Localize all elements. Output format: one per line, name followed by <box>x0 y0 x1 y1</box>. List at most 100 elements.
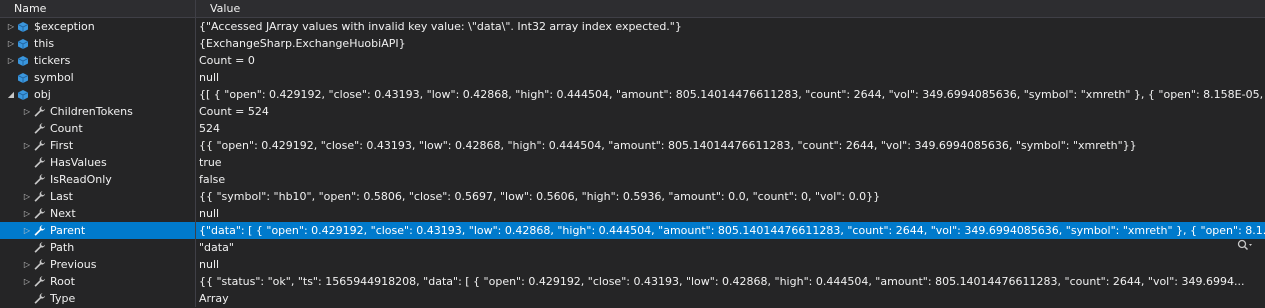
property-wrench-icon <box>32 258 46 271</box>
expand-arrow-icon[interactable]: ▷ <box>22 103 32 120</box>
name-cell: Count <box>0 120 196 137</box>
variable-name: Root <box>50 275 75 288</box>
name-cell: ▷ ChildrenTokens <box>0 103 196 120</box>
variable-value[interactable]: {ExchangeSharp.ExchangeHuobiAPI} <box>196 35 1265 52</box>
variable-name: Type <box>50 292 76 305</box>
expand-arrow-icon[interactable]: ▷ <box>22 137 32 154</box>
variable-cube-icon <box>16 37 30 50</box>
property-wrench-icon <box>32 139 46 152</box>
variable-cube-icon <box>16 88 30 101</box>
watch-window: Name Value ▷ $exception {"Accessed JArray … <box>0 0 1265 308</box>
name-cell: Type <box>0 290 196 307</box>
name-cell: ▷ tickers <box>0 52 196 69</box>
variable-row-type[interactable]: Type Array <box>0 290 1265 307</box>
name-cell: Path <box>0 239 196 256</box>
variable-row-last[interactable]: ▷ Last {{ "symbol": "hb10", "open": 0.5806… <box>0 188 1265 205</box>
variable-name: Previous <box>50 258 97 271</box>
variable-name: IsReadOnly <box>50 173 112 186</box>
variable-row-exception[interactable]: ▷ $exception {"Accessed JArray values with… <box>0 18 1265 35</box>
variable-cube-icon <box>16 20 30 33</box>
variable-value[interactable]: {"Accessed JArray values with invalid ke… <box>196 18 1265 35</box>
variable-value[interactable]: null <box>196 205 1265 222</box>
variable-name: Parent <box>50 224 86 237</box>
variable-row-isreadonly[interactable]: IsReadOnly false <box>0 171 1265 188</box>
variable-cube-icon <box>16 71 30 84</box>
name-cell: symbol <box>0 69 196 86</box>
variable-name: HasValues <box>50 156 107 169</box>
variable-row-next[interactable]: ▷ Next null <box>0 205 1265 222</box>
variable-value[interactable]: "data" <box>196 239 1265 256</box>
expand-arrow-icon[interactable]: ▷ <box>22 273 32 290</box>
variable-value[interactable]: Count = 524 <box>196 103 1265 120</box>
expand-arrow-icon[interactable]: ▷ <box>6 52 16 69</box>
variable-value[interactable]: false <box>196 171 1265 188</box>
name-cell: HasValues <box>0 154 196 171</box>
property-wrench-icon <box>32 275 46 288</box>
variable-name: Last <box>50 190 73 203</box>
name-cell: ▷ First <box>0 137 196 154</box>
expand-arrow-icon[interactable]: ▷ <box>22 205 32 222</box>
expand-arrow-icon[interactable]: ▷ <box>6 18 16 35</box>
property-wrench-icon <box>32 241 46 254</box>
name-cell: ▷ Next <box>0 205 196 222</box>
variable-row-this[interactable]: ▷ this {ExchangeSharp.ExchangeHuobiAPI} <box>0 35 1265 52</box>
property-wrench-icon <box>32 292 46 305</box>
variable-value[interactable]: true <box>196 154 1265 171</box>
property-wrench-icon <box>32 105 46 118</box>
variable-name: ChildrenTokens <box>50 105 133 118</box>
variable-cube-icon <box>16 54 30 67</box>
variable-row-hasvalues[interactable]: HasValues true <box>0 154 1265 171</box>
name-cell: ◢ obj <box>0 86 196 103</box>
variable-value[interactable]: 524 <box>196 120 1265 137</box>
variable-row-path[interactable]: Path "data" <box>0 239 1265 256</box>
variable-rows: ▷ $exception {"Accessed JArray values with… <box>0 18 1265 307</box>
variable-name: Next <box>50 207 76 220</box>
variable-name: obj <box>34 88 51 101</box>
expand-arrow-icon[interactable]: ▷ <box>22 188 32 205</box>
variable-value[interactable]: {[ { "open": 0.429192, "close": 0.43193,… <box>196 86 1265 103</box>
property-wrench-icon <box>32 122 46 135</box>
name-column-header[interactable]: Name <box>0 0 196 17</box>
variable-name: Path <box>50 241 75 254</box>
variable-row-obj[interactable]: ◢ obj {[ { "open": 0.429192, "close": 0.43… <box>0 86 1265 103</box>
variable-value[interactable]: null <box>196 69 1265 86</box>
variable-row-first[interactable]: ▷ First {{ "open": 0.429192, "close": 0.43… <box>0 137 1265 154</box>
variable-row-childrentokens[interactable]: ▷ ChildrenTokens Count = 524 <box>0 103 1265 120</box>
expand-arrow-icon[interactable]: ▷ <box>6 35 16 52</box>
variable-row-parent[interactable]: ▷ Parent {"data": [ { "open": 0.429192, "c… <box>0 222 1265 239</box>
property-wrench-icon <box>32 156 46 169</box>
variable-value[interactable]: {"data": [ { "open": 0.429192, "close": … <box>196 222 1265 239</box>
variable-name: this <box>34 37 55 50</box>
value-column-header[interactable]: Value <box>196 0 240 17</box>
variable-value[interactable]: null <box>196 256 1265 273</box>
collapse-arrow-icon[interactable]: ◢ <box>6 86 16 103</box>
property-wrench-icon <box>32 190 46 203</box>
variable-row-tickers[interactable]: ▷ tickers Count = 0 <box>0 52 1265 69</box>
name-cell: ▷ Parent <box>0 222 196 239</box>
column-header: Name Value <box>0 0 1265 18</box>
variable-value[interactable]: Array <box>196 290 1265 307</box>
variable-name: First <box>50 139 74 152</box>
name-cell: ▷ this <box>0 35 196 52</box>
variable-value[interactable]: Count = 0 <box>196 52 1265 69</box>
property-wrench-icon <box>32 173 46 186</box>
name-cell: ▷ $exception <box>0 18 196 35</box>
name-cell: ▷ Root <box>0 273 196 290</box>
variable-row-root[interactable]: ▷ Root {{ "status": "ok", "ts": 1565944918… <box>0 273 1265 290</box>
variable-row-symbol[interactable]: symbol null <box>0 69 1265 86</box>
property-wrench-icon <box>32 207 46 220</box>
variable-name: tickers <box>34 54 71 67</box>
expand-arrow-icon[interactable]: ▷ <box>22 222 32 239</box>
expand-arrow-icon[interactable]: ▷ <box>22 256 32 273</box>
variable-name: $exception <box>34 20 95 33</box>
search-magnifier-icon[interactable] <box>1235 237 1255 253</box>
variable-value[interactable]: {{ "open": 0.429192, "close": 0.43193, "… <box>196 137 1265 154</box>
name-cell: IsReadOnly <box>0 171 196 188</box>
variable-name: Count <box>50 122 83 135</box>
variable-value[interactable]: {{ "status": "ok", "ts": 1565944918208, … <box>196 273 1265 290</box>
property-wrench-icon <box>32 224 46 237</box>
variable-row-count[interactable]: Count 524 <box>0 120 1265 137</box>
variable-value[interactable]: {{ "symbol": "hb10", "open": 0.5806, "cl… <box>196 188 1265 205</box>
variable-row-previous[interactable]: ▷ Previous null <box>0 256 1265 273</box>
variable-name: symbol <box>34 71 74 84</box>
